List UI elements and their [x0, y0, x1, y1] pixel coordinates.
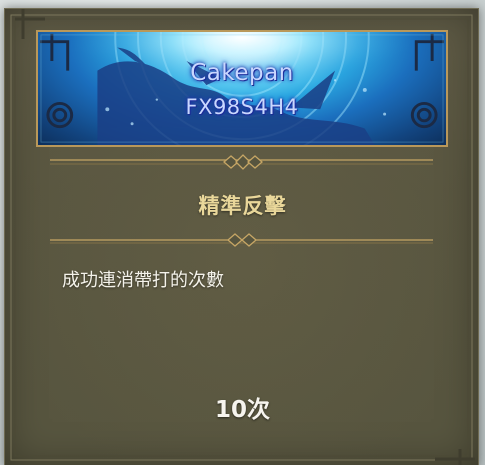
background: Cakepan FX98S4H4 精準反擊 成功連消帶打的次數 10次 [0, 0, 485, 465]
diamond-ornament-icon [223, 154, 263, 170]
top-divider [50, 154, 433, 170]
achievement-title: 精準反擊 [198, 194, 287, 218]
player-name: Cakepan [190, 60, 294, 86]
bottom-divider [50, 233, 433, 247]
diamond-ornament-icon [227, 233, 257, 247]
player-banner: Cakepan FX98S4H4 [36, 30, 448, 147]
player-code: FX98S4H4 [185, 95, 299, 119]
achievement-description: 成功連消帶打的次數 [62, 270, 224, 291]
banner-artwork [38, 32, 446, 145]
achievement-value: 10次 [214, 397, 270, 423]
